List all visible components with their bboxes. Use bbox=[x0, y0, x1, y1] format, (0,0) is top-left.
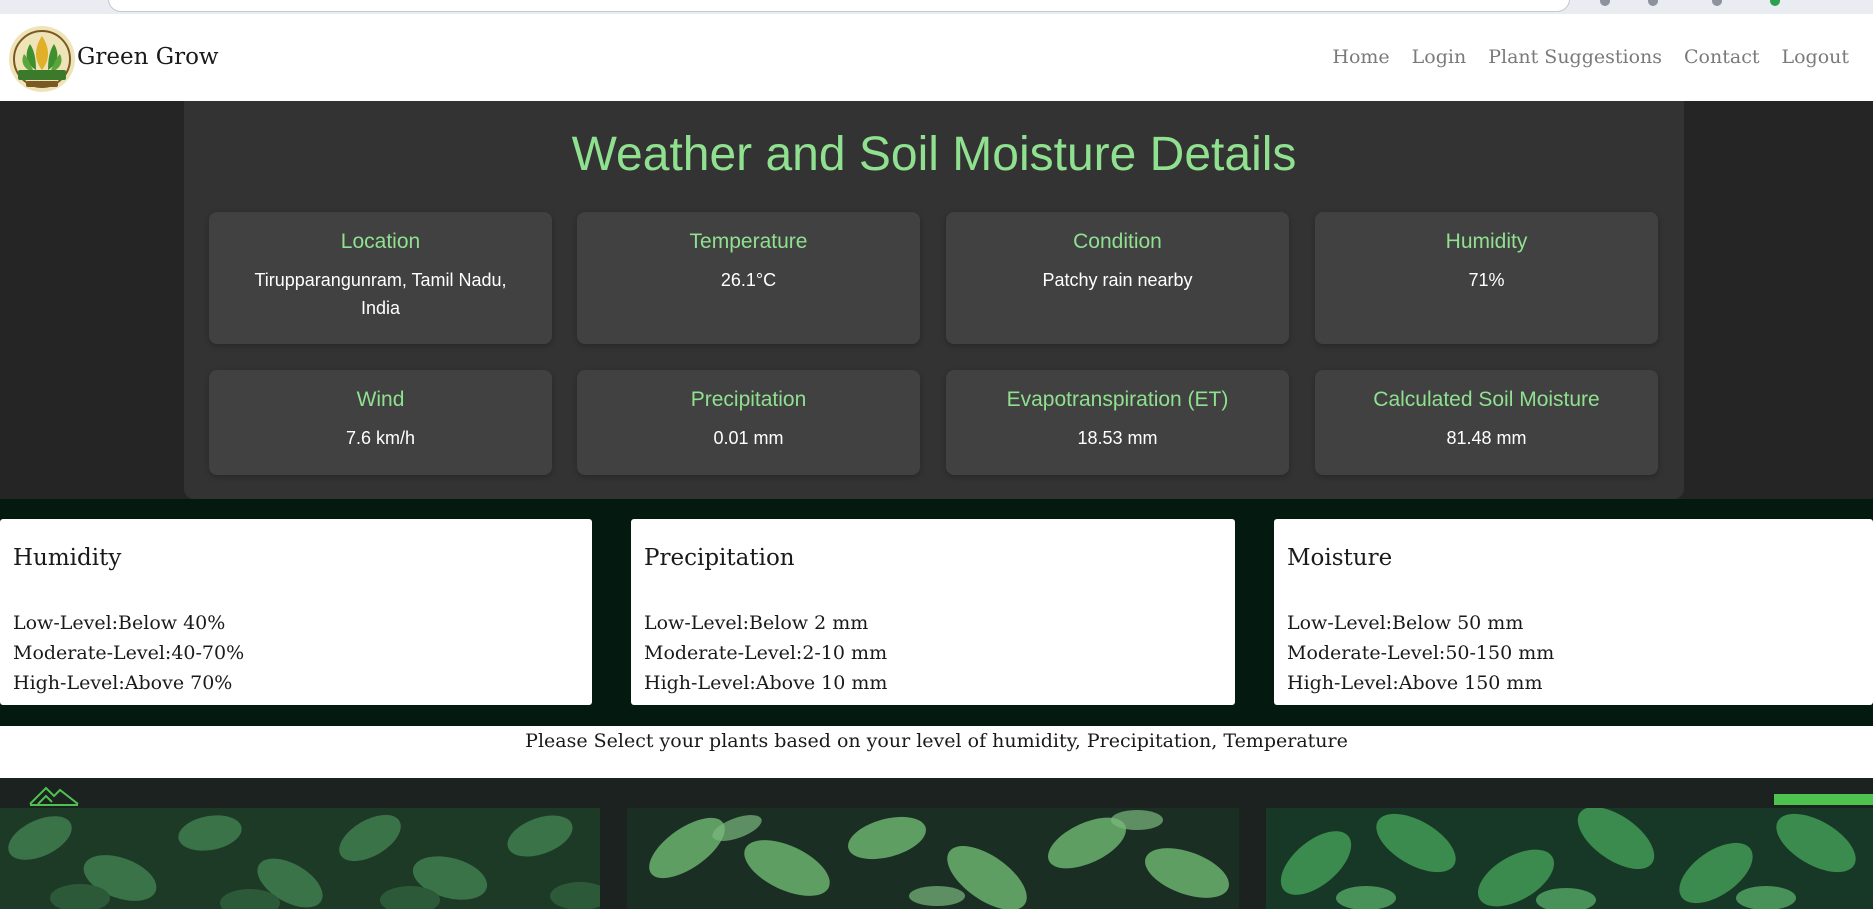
level-card-title: Humidity bbox=[13, 545, 122, 571]
levels-section: Humidity Low-Level:Below 40% Moderate-Le… bbox=[0, 499, 1873, 726]
card-label: Evapotranspiration (ET) bbox=[1006, 388, 1229, 411]
download-icon[interactable] bbox=[1712, 0, 1722, 6]
level-moderate: Moderate-Level:40-70% bbox=[13, 642, 245, 664]
brand-name[interactable]: Green Grow bbox=[77, 44, 219, 70]
weather-card-soil-moisture: Calculated Soil Moisture 81.48 mm bbox=[1315, 370, 1658, 475]
nav-login[interactable]: Login bbox=[1412, 46, 1467, 68]
level-high: High-Level:Above 70% bbox=[13, 672, 233, 694]
weather-card-location: Location Tirupparangunram, Tamil Nadu, I… bbox=[209, 212, 552, 344]
level-low: Low-Level:Below 40% bbox=[13, 612, 226, 634]
level-low: Low-Level:Below 50 mm bbox=[1287, 612, 1524, 634]
card-value: Patchy rain nearby bbox=[1042, 270, 1193, 290]
extension-icon[interactable] bbox=[1648, 0, 1658, 6]
card-label: Precipitation bbox=[690, 388, 807, 411]
level-card-moisture: Moisture Low-Level:Below 50 mm Moderate-… bbox=[1274, 519, 1873, 705]
profile-icon[interactable] bbox=[1770, 0, 1780, 6]
nav-home[interactable]: Home bbox=[1332, 46, 1389, 68]
navbar: Green Grow Home Login Plant Suggestions … bbox=[0, 14, 1873, 101]
main-nav: Home Login Plant Suggestions Contact Log… bbox=[1332, 46, 1849, 68]
instruction-text: Please Select your plants based on your … bbox=[0, 726, 1873, 778]
card-label: Wind bbox=[356, 388, 405, 411]
nav-logout[interactable]: Logout bbox=[1781, 46, 1849, 68]
card-label: Calculated Soil Moisture bbox=[1373, 388, 1600, 411]
nav-plant-suggestions[interactable]: Plant Suggestions bbox=[1488, 46, 1662, 68]
level-card-title: Moisture bbox=[1287, 545, 1393, 571]
weather-title: Weather and Soil Moisture Details bbox=[571, 128, 1297, 181]
weather-section: Weather and Soil Moisture Details Locati… bbox=[0, 101, 1873, 499]
weather-card-temperature: Temperature 26.1°C bbox=[577, 212, 920, 344]
card-value: 18.53 mm bbox=[1077, 428, 1158, 448]
plant-image[interactable] bbox=[627, 808, 1239, 909]
plant-image[interactable] bbox=[1266, 808, 1873, 909]
level-moderate: Moderate-Level:50-150 mm bbox=[1287, 642, 1555, 664]
level-card-precipitation: Precipitation Low-Level:Below 2 mm Moder… bbox=[631, 519, 1235, 705]
card-value: 26.1°C bbox=[720, 270, 777, 290]
card-value: Tirupparangunram, Tamil Nadu, India bbox=[254, 270, 507, 318]
weather-card-evapotranspiration: Evapotranspiration (ET) 18.53 mm bbox=[946, 370, 1289, 475]
weather-card-condition: Condition Patchy rain nearby bbox=[946, 212, 1289, 344]
card-value: 81.48 mm bbox=[1446, 428, 1527, 448]
mountain-logo-icon[interactable] bbox=[28, 784, 80, 810]
weather-card-precipitation: Precipitation 0.01 mm bbox=[577, 370, 920, 475]
level-high: High-Level:Above 10 mm bbox=[644, 672, 888, 694]
level-low: Low-Level:Below 2 mm bbox=[644, 612, 869, 634]
card-label: Condition bbox=[1073, 230, 1162, 253]
card-value: 0.01 mm bbox=[713, 428, 784, 448]
level-card-title: Precipitation bbox=[644, 545, 795, 571]
extension-icon[interactable] bbox=[1600, 0, 1610, 6]
card-value: 71% bbox=[1468, 270, 1505, 290]
level-high: High-Level:Above 150 mm bbox=[1287, 672, 1543, 694]
weather-card-wind: Wind 7.6 km/h bbox=[209, 370, 552, 475]
browser-toolbar bbox=[0, 0, 1873, 15]
card-label: Temperature bbox=[689, 230, 808, 253]
card-label: Humidity bbox=[1445, 230, 1528, 253]
level-card-humidity: Humidity Low-Level:Below 40% Moderate-Le… bbox=[0, 519, 592, 705]
card-value: 7.6 km/h bbox=[345, 428, 416, 448]
plant-image[interactable] bbox=[0, 808, 600, 909]
nav-contact[interactable]: Contact bbox=[1684, 46, 1759, 68]
weather-card-humidity: Humidity 71% bbox=[1315, 212, 1658, 344]
card-label: Location bbox=[340, 230, 421, 253]
accent-bar bbox=[1774, 794, 1873, 805]
address-bar[interactable] bbox=[108, 0, 1570, 12]
weather-panel: Weather and Soil Moisture Details Locati… bbox=[184, 101, 1684, 499]
green-grow-logo-icon[interactable] bbox=[8, 26, 76, 92]
level-moderate: Moderate-Level:2-10 mm bbox=[644, 642, 888, 664]
plant-gallery bbox=[0, 778, 1873, 909]
